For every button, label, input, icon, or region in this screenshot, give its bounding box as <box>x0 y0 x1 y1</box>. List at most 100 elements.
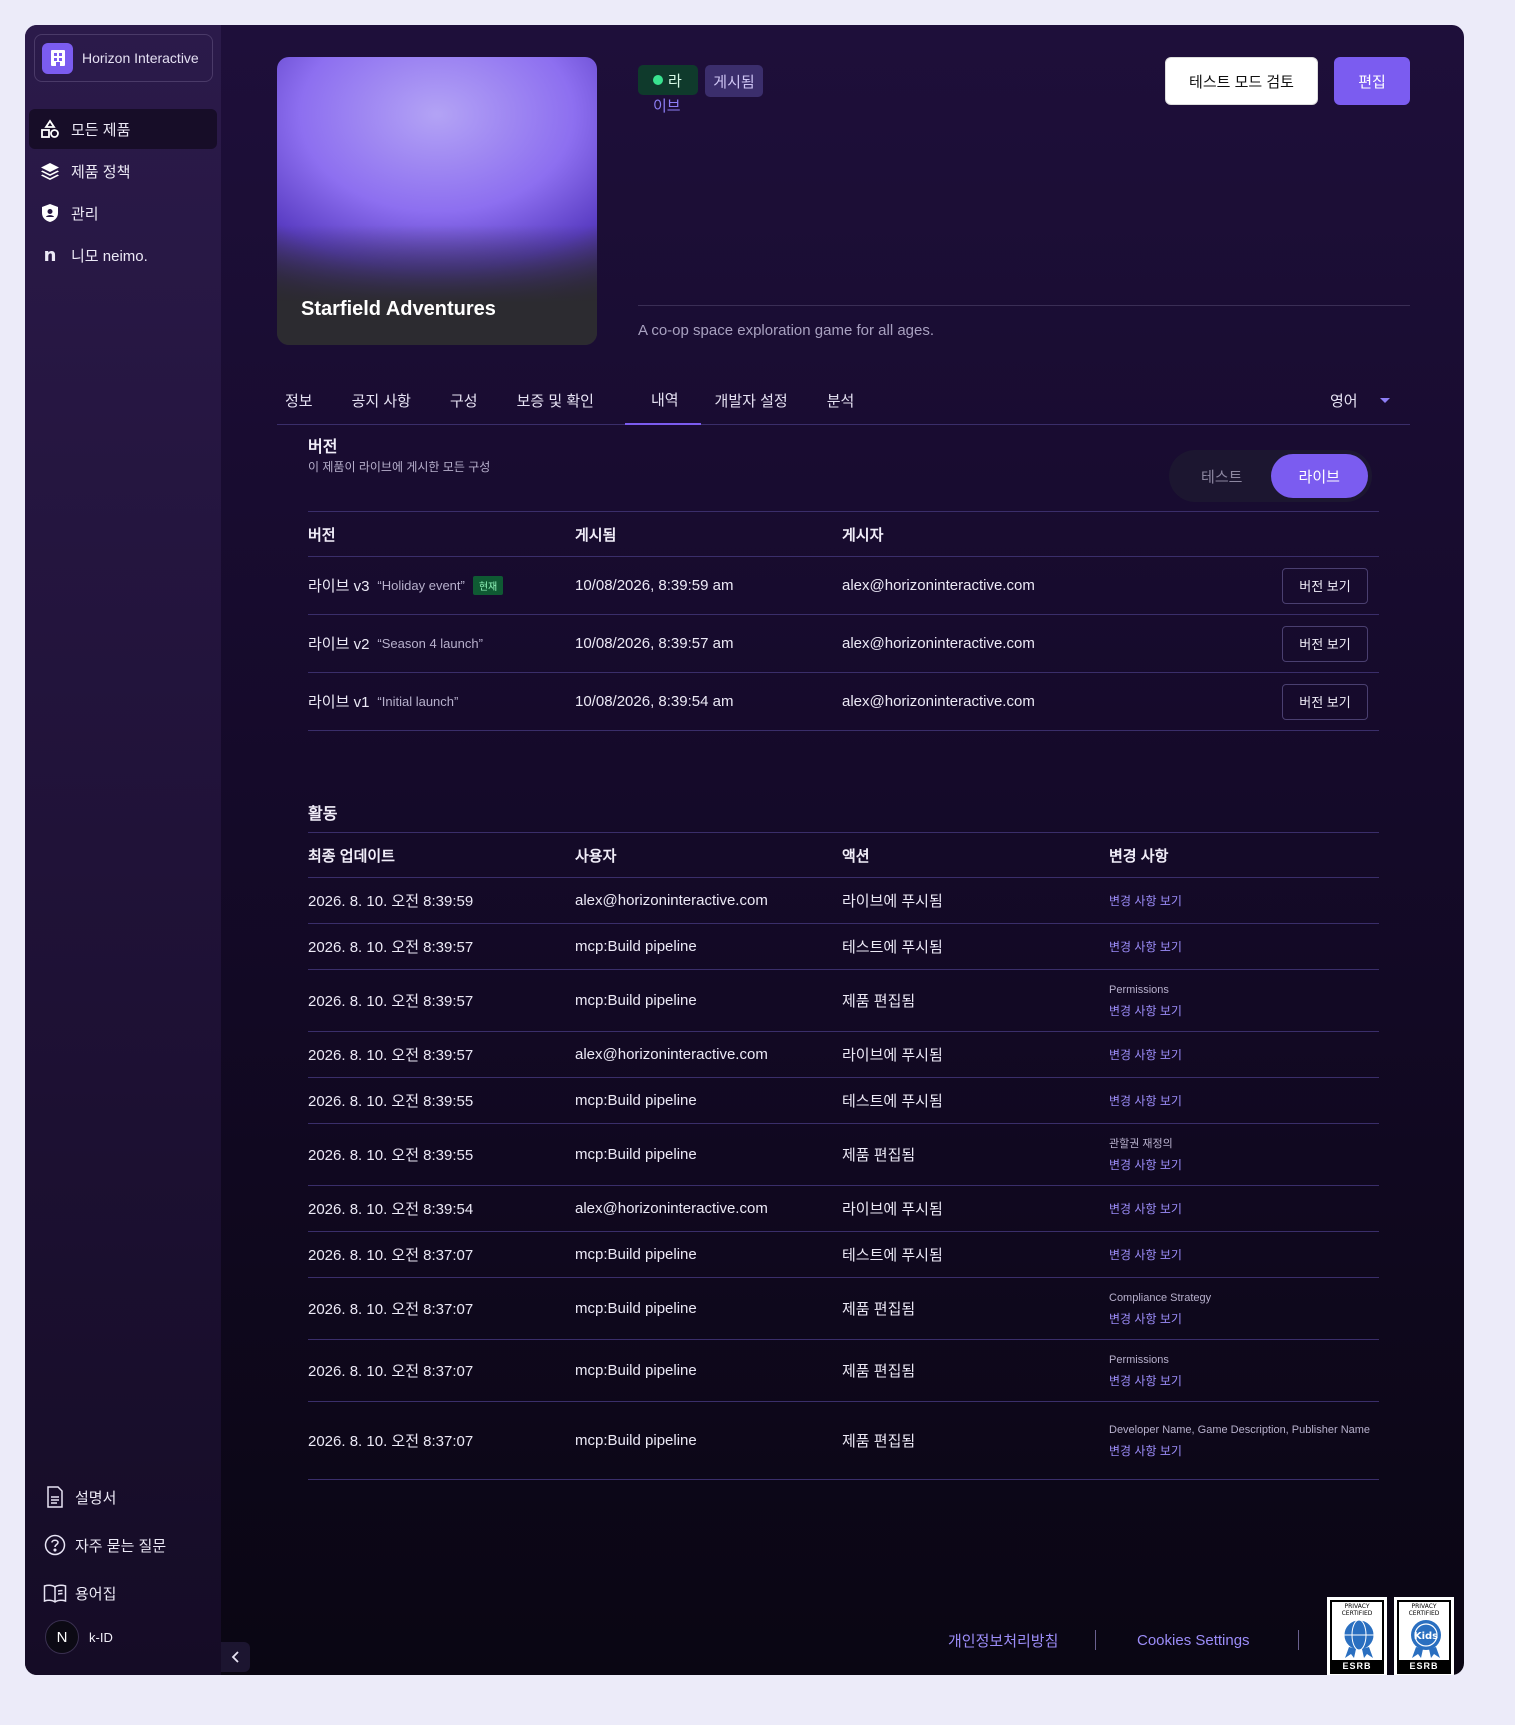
tab-assurance[interactable]: 보증 및 확인 <box>509 375 625 425</box>
tab-developer-settings[interactable]: 개발자 설정 <box>707 375 819 425</box>
versions-title: 버전 <box>308 439 338 456</box>
user-cell: mcp:Build pipeline <box>575 1092 697 1109</box>
esrb-kids-seal[interactable]: PRIVACY CERTIFIED Kids ESRB <box>1394 1597 1454 1675</box>
user-cell: mcp:Build pipeline <box>575 938 697 955</box>
book-icon <box>43 1581 67 1605</box>
layers-icon <box>39 160 61 182</box>
view-version-button[interactable]: 버전 보기 <box>1282 683 1368 720</box>
version-name: 라이브 v1 <box>308 694 370 711</box>
table-row: 라이브 v2 “Season 4 launch” 10/08/2026, 8:3… <box>308 615 1379 673</box>
view-changes-link[interactable]: 변경 사항 보기 <box>1109 1004 1182 1018</box>
column-header: 최종 업데이트 <box>308 847 395 865</box>
view-changes-link[interactable]: 변경 사항 보기 <box>1109 1202 1182 1216</box>
versions-subtitle: 이 제품이 라이브에 게시한 모든 구성 <box>308 460 491 474</box>
status-live-text: 라 <box>668 72 682 90</box>
view-changes-link[interactable]: 변경 사항 보기 <box>1109 1312 1182 1326</box>
sidebar-item-label: 니모 neimo. <box>71 247 148 265</box>
view-version-button[interactable]: 버전 보기 <box>1282 567 1368 604</box>
test-mode-review-button[interactable]: 테스트 모드 검토 <box>1165 57 1318 105</box>
view-version-button[interactable]: 버전 보기 <box>1282 625 1368 662</box>
table-row: 2026. 8. 10. 오전 8:39:55 mcp:Build pipeli… <box>308 1078 1379 1124</box>
view-changes-link[interactable]: 변경 사항 보기 <box>1109 1374 1182 1388</box>
publisher-cell: alex@horizoninteractive.com <box>842 693 1035 710</box>
table-row: 2026. 8. 10. 오전 8:39:55 mcp:Build pipeli… <box>308 1124 1379 1186</box>
user-cell: alex@horizoninteractive.com <box>575 1200 768 1217</box>
view-changes-link[interactable]: 변경 사항 보기 <box>1109 1158 1182 1172</box>
tab-history[interactable]: 내역 <box>624 375 701 425</box>
org-name: Horizon Interactive <box>82 50 199 66</box>
kids-seal-text: Kids <box>1414 1631 1438 1642</box>
user-cell: mcp:Build pipeline <box>575 1146 697 1163</box>
tab-info[interactable]: 정보 <box>277 375 344 425</box>
tab-label: 공지 사항 <box>351 392 411 410</box>
time-cell: 2026. 8. 10. 오전 8:39:57 <box>308 993 474 1010</box>
activity-title: 활동 <box>308 806 338 823</box>
toggle-test[interactable]: 테스트 <box>1173 454 1271 498</box>
view-changes-link[interactable]: 변경 사항 보기 <box>1109 1094 1182 1108</box>
table-row: 라이브 v3 “Holiday event” 현재 10/08/2026, 8:… <box>308 557 1379 615</box>
tab-label: 개발자 설정 <box>714 392 788 410</box>
table-row: 2026. 8. 10. 오전 8:37:07 mcp:Build pipeli… <box>308 1402 1379 1480</box>
sidebar-help-links: 설명서 자주 묻는 질문 용어집 <box>43 1473 213 1617</box>
view-changes-link[interactable]: 변경 사항 보기 <box>1109 940 1182 954</box>
version-cell: 라이브 v3 “Holiday event” 현재 <box>308 575 575 596</box>
time-cell: 2026. 8. 10. 오전 8:37:07 <box>308 1301 474 1318</box>
language-select[interactable]: 영어 <box>1330 375 1390 425</box>
view-changes-link[interactable]: 변경 사항 보기 <box>1109 1048 1182 1062</box>
user-cell: mcp:Build pipeline <box>575 992 697 1009</box>
tab-notices[interactable]: 공지 사항 <box>344 375 442 425</box>
language-value: 영어 <box>1330 392 1358 410</box>
org-logo-icon <box>42 42 73 74</box>
time-cell: 2026. 8. 10. 오전 8:39:55 <box>308 1147 474 1164</box>
versions-table: 버전 게시됨 게시자 라이브 v3 “Holiday event” 현재 10/… <box>308 511 1379 731</box>
column-header: 버전 <box>308 526 336 544</box>
sidebar-item-product-policy[interactable]: 제품 정책 <box>29 151 217 191</box>
published-cell: 10/08/2026, 8:39:54 am <box>575 693 734 710</box>
status-live-text-wrap: 이브 <box>653 98 681 115</box>
user-cell: alex@horizoninteractive.com <box>575 892 768 909</box>
view-changes-link[interactable]: 변경 사항 보기 <box>1109 894 1182 908</box>
edit-button[interactable]: 편집 <box>1334 57 1410 105</box>
tab-analytics[interactable]: 분석 <box>819 375 886 425</box>
toggle-live[interactable]: 라이브 <box>1270 454 1368 498</box>
esrb-seal-top: PRIVACY CERTIFIED <box>1341 1603 1373 1617</box>
kid-account[interactable]: N k-ID <box>45 1620 113 1654</box>
kid-label: k-ID <box>89 1629 113 1645</box>
column-header: 액션 <box>842 847 870 865</box>
changed-fields: Compliance Strategy <box>1109 1292 1212 1304</box>
user-cell: mcp:Build pipeline <box>575 1300 697 1317</box>
chevron-down-icon <box>1379 397 1390 403</box>
table-row: 2026. 8. 10. 오전 8:39:54 alex@horizoninte… <box>308 1186 1379 1232</box>
action-cell: 제품 편집됨 <box>842 1301 916 1318</box>
tab-configuration[interactable]: 구성 <box>442 375 509 425</box>
product-title: Starfield Adventures <box>301 298 496 320</box>
avatar: N <box>45 1620 79 1654</box>
table-row: 2026. 8. 10. 오전 8:39:59 alex@horizoninte… <box>308 878 1379 924</box>
sidebar-item-admin[interactable]: 관리 <box>29 193 217 233</box>
cookies-settings-link[interactable]: Cookies Settings <box>1137 1632 1250 1649</box>
action-cell: 제품 편집됨 <box>842 1147 916 1164</box>
glossary-link[interactable]: 용어집 <box>43 1569 213 1617</box>
action-cell: 라이브에 푸시됨 <box>842 1047 943 1064</box>
view-changes-link[interactable]: 변경 사항 보기 <box>1109 1248 1182 1262</box>
divider <box>1298 1630 1299 1650</box>
action-cell: 제품 편집됨 <box>842 1363 916 1380</box>
view-changes-link[interactable]: 변경 사항 보기 <box>1109 1444 1182 1458</box>
docs-link[interactable]: 설명서 <box>43 1473 213 1521</box>
sidebar-item-neimo[interactable]: n 니모 neimo. <box>29 235 217 275</box>
faq-link[interactable]: 자주 묻는 질문 <box>43 1521 213 1569</box>
privacy-policy-link[interactable]: 개인정보처리방침 <box>948 1630 1058 1651</box>
esrb-privacy-seal[interactable]: PRIVACY CERTIFIED ESRB <box>1327 1597 1387 1675</box>
action-cell: 테스트에 푸시됨 <box>842 1093 943 1110</box>
changed-fields: Developer Name, Game Description, Publis… <box>1109 1424 1371 1436</box>
glossary-label: 용어집 <box>75 1585 117 1603</box>
table-row: 2026. 8. 10. 오전 8:39:57 alex@horizoninte… <box>308 1032 1379 1078</box>
main-content: Starfield Adventures 라 이브 게시됨 테스트 모드 검토 … <box>221 25 1464 1675</box>
help-circle-icon <box>43 1533 67 1557</box>
esrb-seal-bottom: ESRB <box>1332 1660 1382 1672</box>
esrb-seal-bottom: ESRB <box>1399 1660 1449 1672</box>
sidebar-item-all-products[interactable]: 모든 제품 <box>29 109 217 149</box>
changed-fields: Permissions <box>1109 1354 1169 1366</box>
status-badge-live: 라 <box>638 65 698 95</box>
org-switcher[interactable]: Horizon Interactive <box>34 34 213 82</box>
